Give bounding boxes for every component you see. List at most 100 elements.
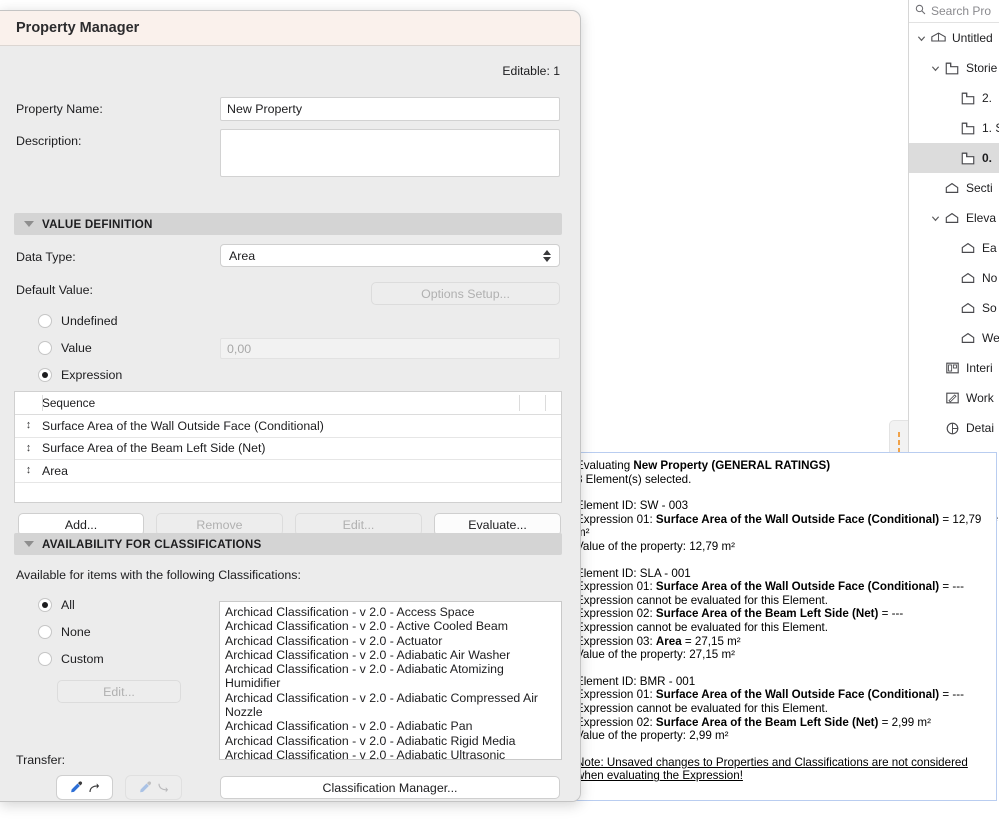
radio-expression[interactable]: Expression bbox=[38, 368, 122, 382]
sequence-row-label: Surface Area of the Beam Left Side (Net) bbox=[42, 441, 266, 456]
evaluation-spacer bbox=[576, 743, 988, 756]
classification-list-item[interactable]: Archicad Classification - v 2.0 - Actuat… bbox=[225, 634, 556, 648]
classification-list-item[interactable]: Archicad Classification - v 2.0 - Adiaba… bbox=[225, 734, 556, 748]
project-icon bbox=[928, 31, 948, 46]
navigator-item-2[interactable]: 2. bbox=[909, 83, 999, 113]
evaluation-spacer bbox=[576, 662, 988, 675]
navigator-item-0[interactable]: Untitled bbox=[909, 23, 999, 53]
expression-sequence-table[interactable]: Sequence ↕ Surface Area of the Wall Outsi… bbox=[14, 391, 562, 503]
chevron-down-icon bbox=[24, 541, 34, 547]
drag-handle-icon[interactable]: ↕ bbox=[15, 465, 42, 476]
chevron-down-icon[interactable] bbox=[929, 64, 942, 73]
navigator-item-7[interactable]: Ea bbox=[909, 233, 999, 263]
classification-list-item[interactable]: Archicad Classification - v 2.0 - Adiaba… bbox=[225, 662, 556, 691]
sequence-column-header: Sequence bbox=[42, 396, 96, 410]
property-name-value: New Property bbox=[227, 102, 303, 116]
evaluation-result-panel[interactable]: Evaluating New Property (GENERAL RATINGS… bbox=[567, 452, 997, 801]
options-setup-button[interactable]: Options Setup... bbox=[371, 282, 560, 305]
arrow-up-curve-icon bbox=[89, 783, 100, 793]
evaluation-element-id: Element ID: SLA - 001 bbox=[576, 566, 691, 580]
navigator-item-9[interactable]: So bbox=[909, 293, 999, 323]
navigator-item-label: Ea bbox=[982, 241, 997, 255]
classification-list-item[interactable]: Archicad Classification - v 2.0 - Adiaba… bbox=[225, 719, 556, 733]
remove-label: Remove bbox=[196, 517, 243, 532]
default-value-input[interactable]: 0,00 bbox=[220, 338, 560, 359]
navigator-item-label: Interi bbox=[966, 361, 993, 375]
evaluate-label: Evaluate... bbox=[468, 517, 527, 532]
navigator-item-12[interactable]: Work bbox=[909, 383, 999, 413]
page-title: Property Manager bbox=[16, 20, 140, 36]
story-icon bbox=[958, 151, 978, 166]
evaluation-expression-line: Expression 01: Surface Area of the Wall … bbox=[576, 512, 982, 540]
navigator-item-13[interactable]: Detai bbox=[909, 413, 999, 443]
edit-classifications-button[interactable]: Edit... bbox=[57, 680, 181, 703]
navigator-item-3[interactable]: 1. S bbox=[909, 113, 999, 143]
navigator-search-placeholder: Search Pro bbox=[931, 4, 992, 18]
classification-list-item[interactable]: Archicad Classification - v 2.0 - Access… bbox=[225, 605, 556, 619]
availability-section-header[interactable]: AVAILABILITY FOR CLASSIFICATIONS bbox=[14, 533, 562, 555]
radio-value-indicator bbox=[38, 341, 52, 355]
description-input[interactable] bbox=[220, 129, 560, 177]
worksheet-icon bbox=[942, 391, 962, 405]
evaluation-result-text: Evaluating New Property (GENERAL RATINGS… bbox=[568, 453, 996, 789]
value-definition-section-header[interactable]: VALUE DEFINITION bbox=[14, 213, 562, 235]
evaluation-expression-line: Expression 02: Surface Area of the Beam … bbox=[576, 607, 904, 621]
transfer-pickup-button[interactable] bbox=[56, 775, 113, 800]
radio-expression-label: Expression bbox=[61, 368, 123, 382]
dialog-body: Editable: 1 Property Name: New Property … bbox=[0, 46, 580, 801]
elevation-icon bbox=[958, 241, 978, 255]
radio-none-label: None bbox=[61, 625, 91, 639]
classification-manager-button[interactable]: Classification Manager... bbox=[220, 776, 560, 799]
evaluation-expression-line: Expression 03: Area = 27,15 m² bbox=[576, 634, 741, 648]
data-type-select[interactable]: Area bbox=[220, 244, 560, 267]
navigator-item-6[interactable]: Eleva bbox=[909, 203, 999, 233]
classification-list[interactable]: Archicad Classification - v 2.0 - Access… bbox=[219, 601, 562, 760]
classification-list-item[interactable]: Archicad Classification - v 2.0 - Adiaba… bbox=[225, 648, 556, 662]
classification-list-item[interactable]: Archicad Classification - v 2.0 - Active… bbox=[225, 619, 556, 633]
add-label: Add... bbox=[64, 517, 98, 532]
evaluation-expression-line: Expression cannot be evaluated for this … bbox=[576, 620, 828, 634]
column-divider bbox=[519, 395, 520, 411]
transfer-inject-button[interactable] bbox=[125, 775, 182, 800]
sequence-row[interactable]: ↕ Area bbox=[15, 460, 561, 483]
evaluation-expression-line: Value of the property: 12,79 m² bbox=[576, 539, 735, 553]
sequence-empty-row[interactable] bbox=[15, 483, 561, 503]
navigator-item-4[interactable]: 0. bbox=[909, 143, 999, 173]
radio-undefined[interactable]: Undefined bbox=[38, 314, 118, 328]
navigator-search-field[interactable]: Search Pro bbox=[909, 0, 999, 23]
evaluation-expression-line: Expression cannot be evaluated for this … bbox=[576, 701, 828, 715]
radio-undefined-label: Undefined bbox=[61, 314, 118, 328]
navigator-item-10[interactable]: We bbox=[909, 323, 999, 353]
classification-list-item[interactable]: Archicad Classification - v 2.0 - Adiaba… bbox=[225, 748, 556, 759]
navigator-item-1[interactable]: Storie bbox=[909, 53, 999, 83]
chevron-down-icon[interactable] bbox=[929, 214, 942, 223]
radio-custom[interactable]: Custom bbox=[38, 652, 104, 666]
navigator-item-5[interactable]: Secti bbox=[909, 173, 999, 203]
sequence-row-label: Surface Area of the Wall Outside Face (C… bbox=[42, 418, 324, 433]
description-label: Description: bbox=[16, 134, 82, 148]
story-icon bbox=[942, 61, 962, 76]
availability-intro-text: Available for items with the following C… bbox=[16, 568, 301, 582]
description-row: Description: bbox=[16, 134, 81, 148]
drag-handle-icon[interactable]: ↕ bbox=[15, 420, 42, 431]
chevron-down-icon[interactable] bbox=[915, 34, 928, 43]
property-name-input[interactable]: New Property bbox=[220, 97, 560, 121]
evaluation-expression-line: Expression 02: Surface Area of the Beam … bbox=[576, 715, 931, 729]
property-name-label: Property Name: bbox=[16, 102, 103, 116]
classification-list-item[interactable]: Archicad Classification - v 2.0 - Adiaba… bbox=[225, 691, 556, 720]
radio-all[interactable]: All bbox=[38, 598, 75, 612]
section-icon bbox=[942, 181, 962, 195]
navigator-item-label: No bbox=[982, 271, 998, 285]
radio-none[interactable]: None bbox=[38, 625, 91, 639]
data-type-label: Data Type: bbox=[16, 250, 76, 264]
navigator-item-11[interactable]: Interi bbox=[909, 353, 999, 383]
radio-none-indicator bbox=[38, 625, 52, 639]
options-setup-label: Options Setup... bbox=[421, 286, 510, 301]
navigator-item-8[interactable]: No bbox=[909, 263, 999, 293]
radio-value[interactable]: Value bbox=[38, 341, 92, 355]
evaluation-element-id: Element ID: BMR - 001 bbox=[576, 674, 696, 688]
sequence-row[interactable]: ↕ Surface Area of the Beam Left Side (Net… bbox=[15, 438, 561, 460]
sequence-row[interactable]: ↕ Surface Area of the Wall Outside Face (… bbox=[15, 415, 561, 438]
elevation-icon bbox=[958, 301, 978, 315]
drag-handle-icon[interactable]: ↕ bbox=[15, 442, 42, 454]
